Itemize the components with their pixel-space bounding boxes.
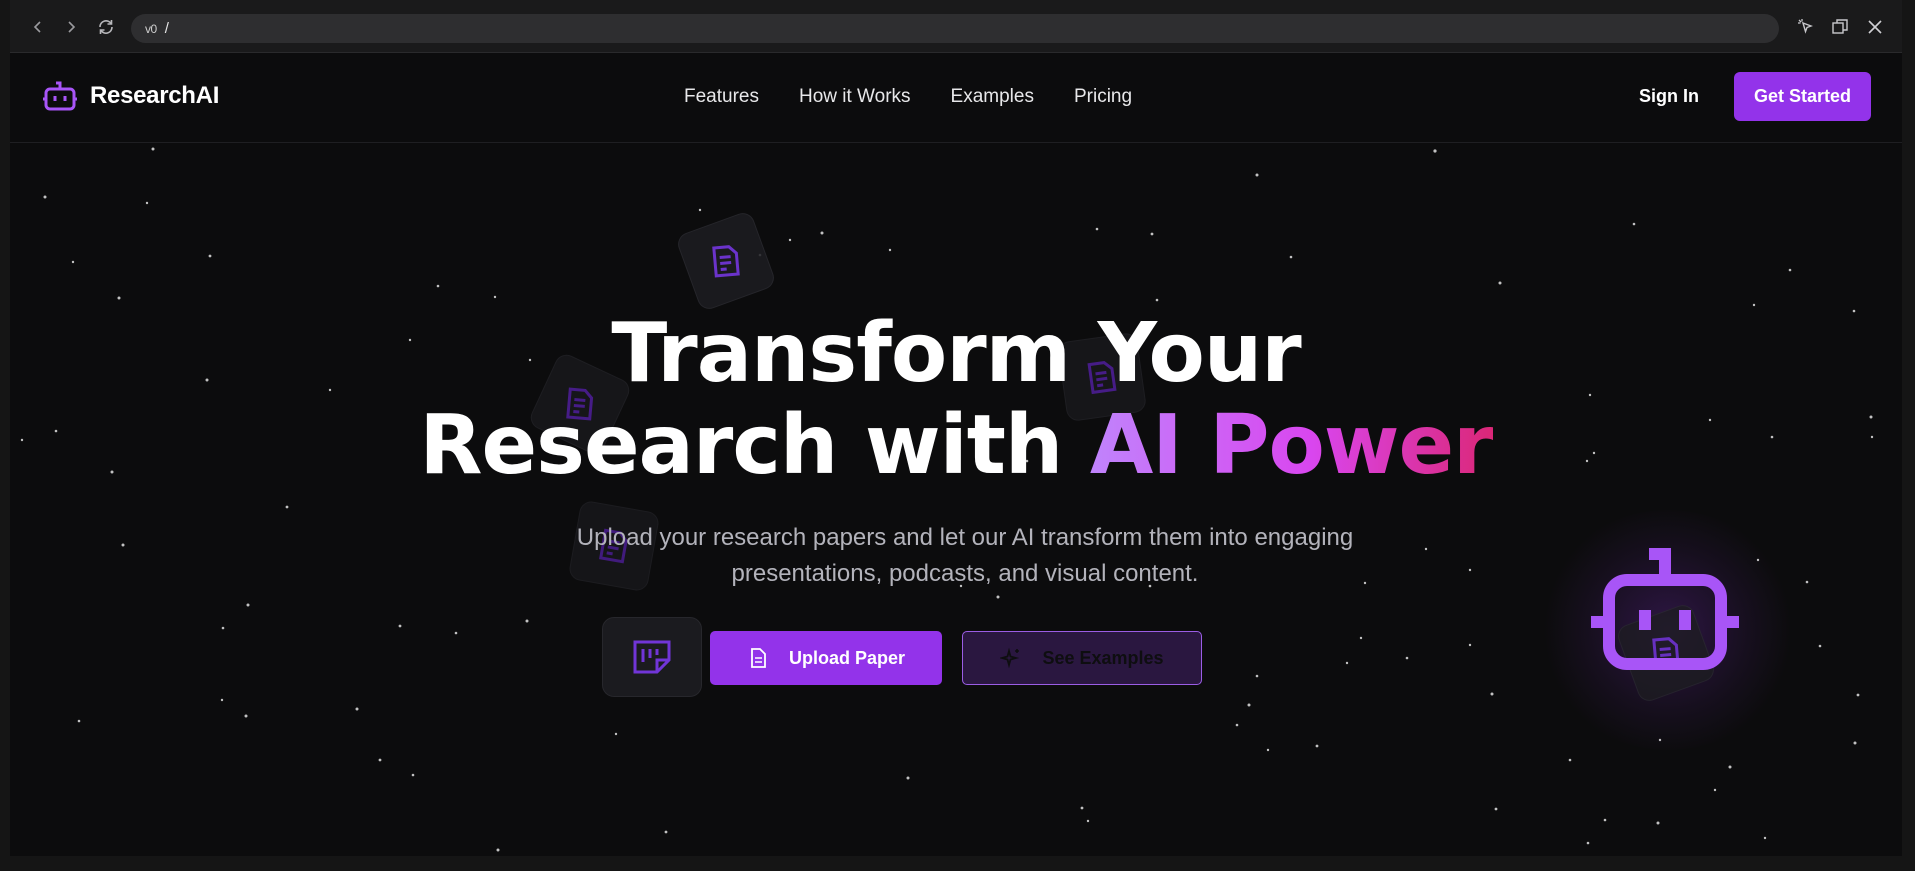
upload-paper-label: Upload Paper (788, 647, 906, 668)
url-prefix: v0 (145, 21, 157, 36)
back-icon[interactable] (26, 15, 50, 39)
hero-title-line-2: Research with AI Power (10, 400, 1902, 492)
site-header: ResearchAI Features How it Works Example… (10, 52, 1902, 143)
upload-paper-button[interactable]: Upload Paper (710, 631, 942, 685)
sign-in-link[interactable]: Sign In (1639, 86, 1699, 107)
robot-logo-icon (43, 81, 77, 111)
reload-icon[interactable] (94, 15, 118, 39)
file-icon (751, 648, 766, 668)
nav-link-examples[interactable]: Examples (951, 86, 1034, 108)
floating-document-card (602, 617, 702, 697)
see-examples-button[interactable]: See Examples (962, 631, 1202, 685)
sparkle-icon (1000, 647, 1020, 669)
get-started-button[interactable]: Get Started (1734, 72, 1871, 121)
main-nav: Features How it Works Examples Pricing (684, 86, 1172, 108)
hero-subtitle: Upload your research papers and let our … (576, 524, 1354, 587)
browser-toolbar: v0 / (10, 0, 1902, 53)
hero-title-plain: Research with (419, 398, 1090, 493)
window-icon[interactable] (1828, 15, 1852, 39)
nav-link-pricing[interactable]: Pricing (1074, 86, 1132, 108)
nav-link-features[interactable]: Features (684, 86, 759, 108)
url-path: / (164, 20, 169, 37)
address-bar[interactable]: v0 / (131, 14, 1779, 43)
document-icon (633, 640, 671, 674)
robot-icon (1591, 548, 1739, 670)
browser-window: v0 / ResearchAI Features How it Works Ex… (10, 0, 1902, 856)
close-icon[interactable] (1863, 15, 1887, 39)
brand-logo[interactable]: ResearchAI (42, 80, 219, 112)
see-examples-label: See Examples (1042, 647, 1164, 668)
hero-title-line-1: Transform Your (611, 306, 1301, 401)
forward-icon[interactable] (59, 15, 83, 39)
brand-name: ResearchAI (90, 82, 220, 109)
document-icon (712, 245, 740, 278)
nav-link-how-it-works[interactable]: How it Works (799, 86, 911, 108)
hero-title-gradient: AI Power (1089, 398, 1494, 493)
cursor-select-icon[interactable] (1794, 15, 1818, 39)
